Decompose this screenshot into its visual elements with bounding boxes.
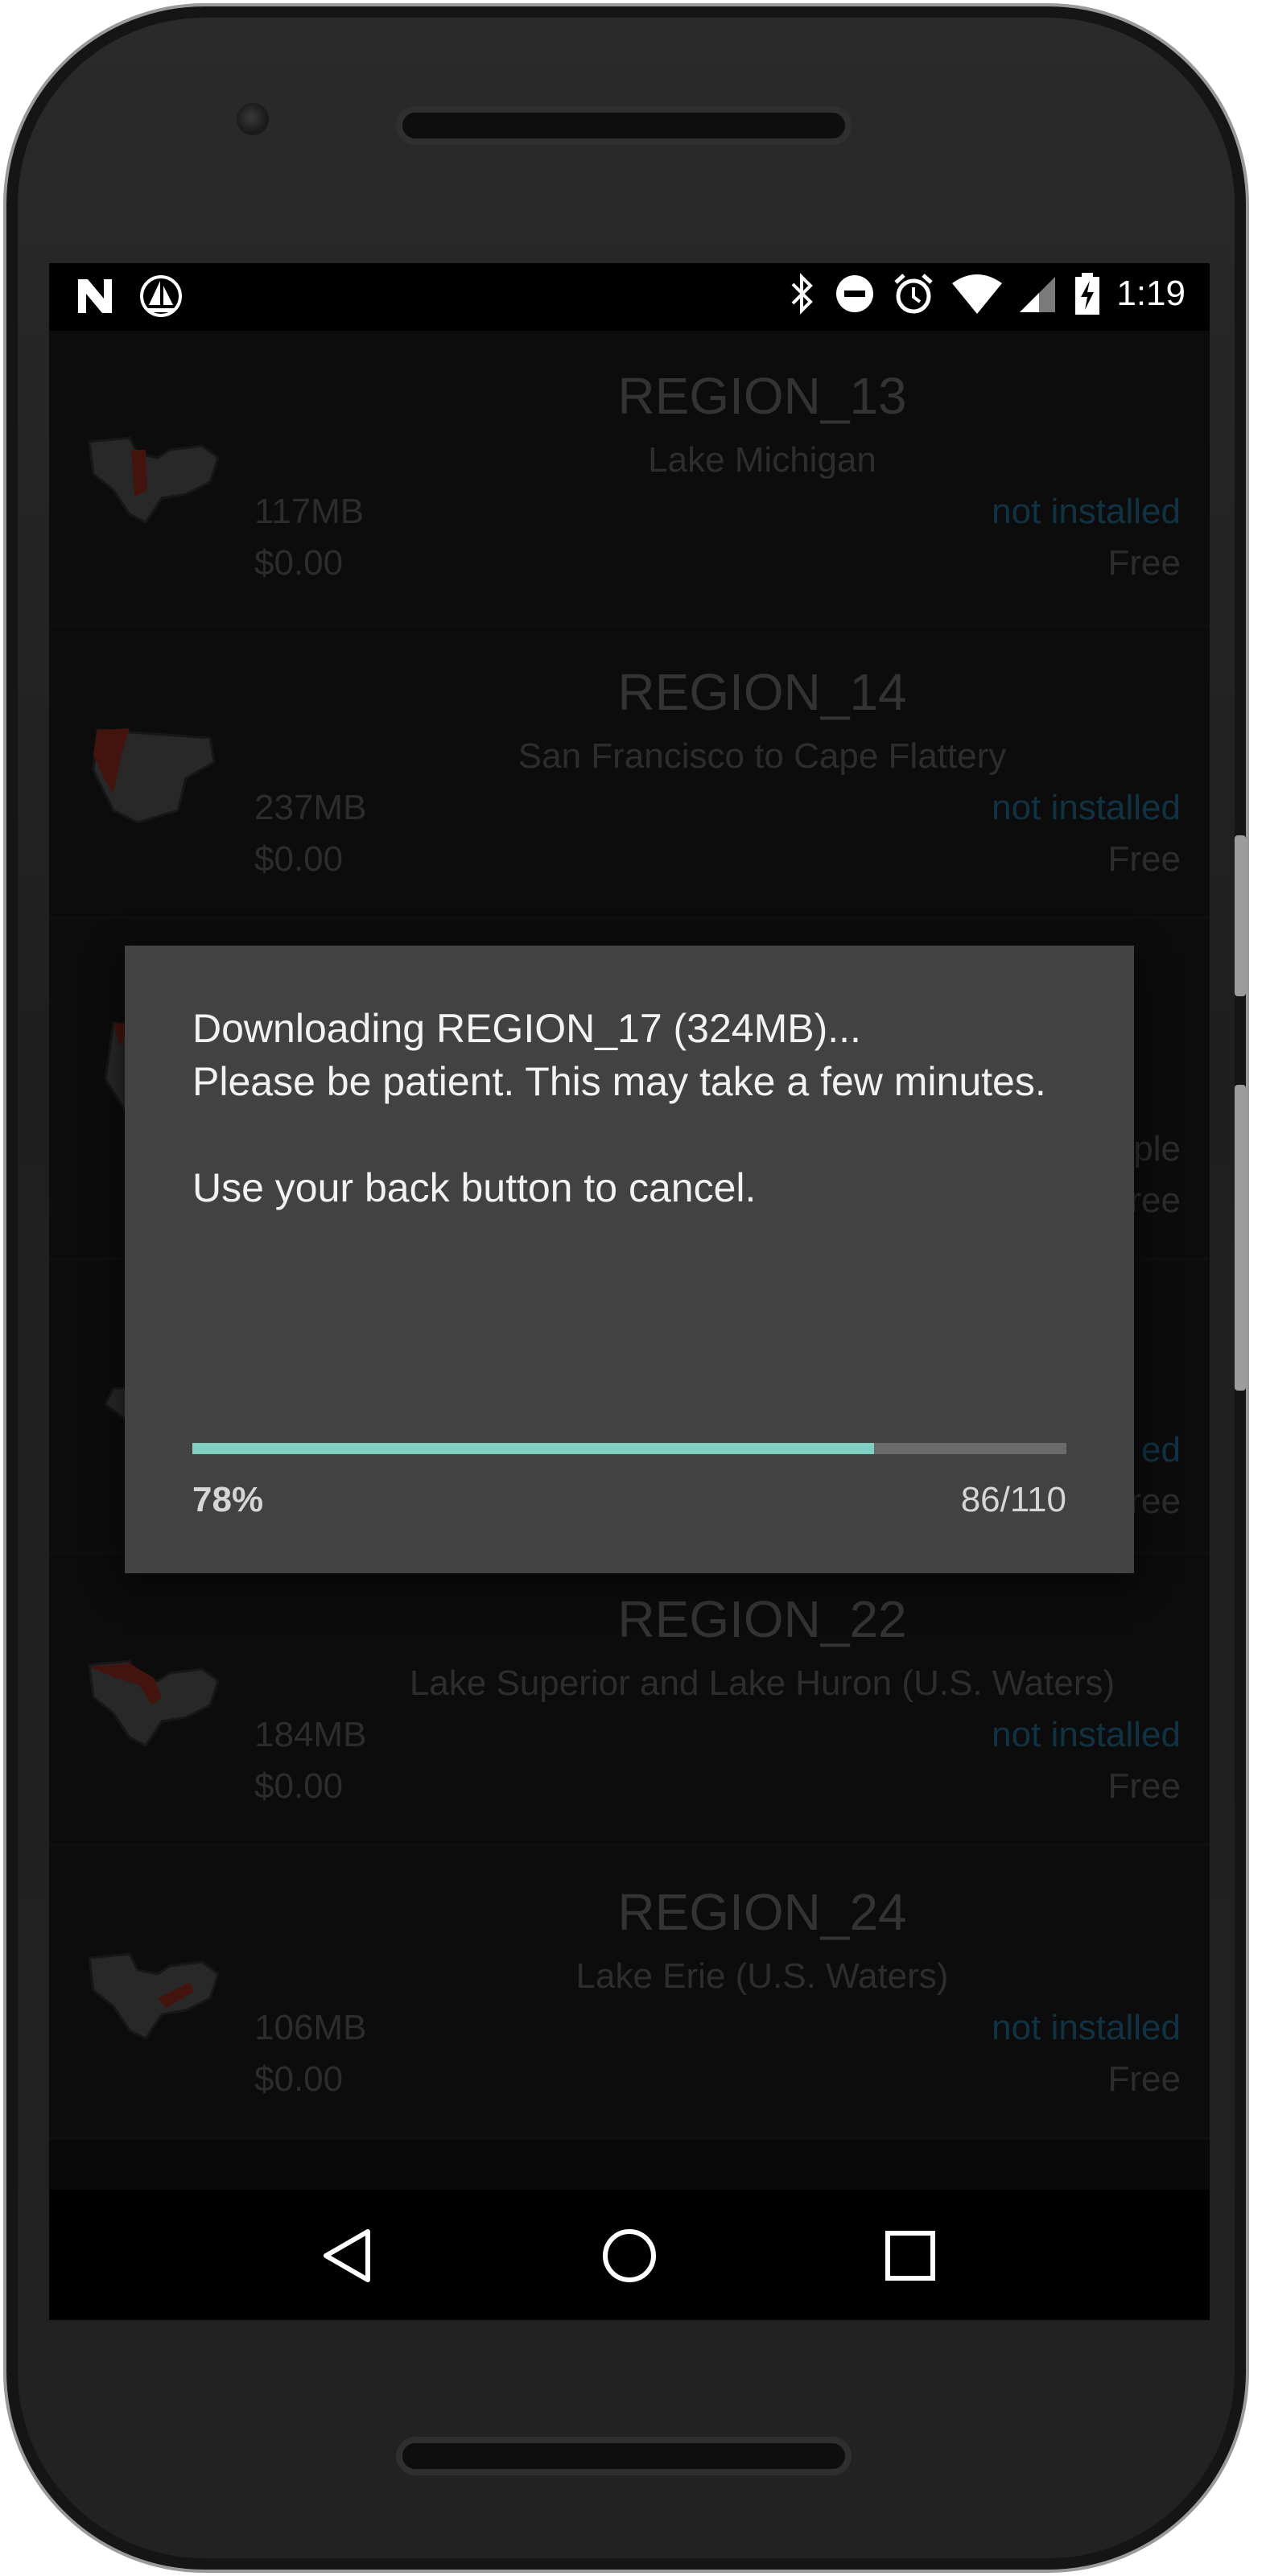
front-camera [237, 103, 269, 135]
region-code: REGION_14 [617, 663, 907, 721]
region-price: $0.00 [254, 839, 344, 879]
download-progress-dialog: Downloading REGION_17 (324MB)... Please … [125, 946, 1134, 1573]
region-price: $0.00 [254, 543, 344, 583]
region-description: San Francisco to Cape Flattery [518, 736, 1007, 776]
region-cost: Free [1107, 543, 1181, 583]
back-triangle-icon[interactable] [315, 2222, 382, 2290]
do-not-disturb-icon [836, 275, 874, 312]
region-cost: ree [1129, 1482, 1181, 1521]
progress-percent: 78% [192, 1480, 264, 1519]
n-notification-icon [78, 279, 112, 313]
volume-button [1235, 835, 1246, 996]
bluetooth-icon [791, 273, 814, 315]
status-bar: 1:19 [49, 263, 1210, 331]
home-circle-icon[interactable] [596, 2222, 663, 2290]
install-status: not installed [992, 492, 1181, 531]
install-status: ed [1141, 1430, 1181, 1469]
region-price: $0.00 [254, 1766, 344, 1806]
region-price: $0.00 [254, 2059, 344, 2099]
region-code: REGION_24 [617, 1883, 907, 1941]
region-item[interactable]: REGION_14 San Francisco to Cape Flattery… [49, 627, 1210, 920]
region-code: REGION_13 [617, 367, 907, 425]
screen: 1:19 REGION_13 Lake Michigan 117MB $0.00… [49, 263, 1210, 2320]
cell-signal-icon [1020, 277, 1056, 312]
alarm-icon [894, 274, 934, 314]
region-description: Lake Erie (U.S. Waters) [575, 1956, 949, 1996]
bottom-speaker [396, 2437, 852, 2475]
download-progress-bar [192, 1443, 1066, 1454]
power-button [1235, 1085, 1246, 1391]
progress-count: 86/110 [960, 1480, 1066, 1519]
download-progress-fill [192, 1443, 875, 1454]
region-size: 106MB [254, 2008, 367, 2047]
install-status: ple [1133, 1129, 1181, 1168]
region-item[interactable]: REGION_13 Lake Michigan 117MB $0.00 not … [49, 331, 1210, 627]
wifi-icon [952, 274, 1003, 314]
navigation-bar [49, 2190, 1210, 2320]
install-status: not installed [992, 1715, 1181, 1754]
region-item[interactable]: REGION_24 Lake Erie (U.S. Waters) 106MB … [49, 1847, 1210, 2140]
region-code: REGION_22 [617, 1590, 907, 1648]
region-cost: Free [1107, 1766, 1181, 1806]
region-size: 184MB [254, 1715, 367, 1754]
region-cost: Free [1107, 2059, 1181, 2099]
region-description: Lake Superior and Lake Huron (U.S. Water… [409, 1663, 1115, 1703]
install-status: not installed [992, 2008, 1181, 2047]
sailboat-icon [140, 275, 182, 317]
dialog-message: Downloading REGION_17 (324MB)... Please … [192, 1006, 1046, 1210]
earpiece-speaker [396, 106, 852, 145]
region-size: 117MB [254, 492, 365, 531]
recents-square-icon[interactable] [876, 2222, 944, 2290]
region-description: Lake Michigan [648, 440, 876, 480]
region-cost: Free [1107, 839, 1181, 879]
region-item[interactable]: REGION_22 Lake Superior and Lake Huron (… [49, 1554, 1210, 1847]
region-size: 237MB [254, 788, 367, 827]
region-cost: ree [1129, 1181, 1181, 1220]
clock-time: 1:19 [1116, 274, 1186, 313]
install-status: not installed [992, 788, 1181, 827]
battery-charging-icon [1075, 273, 1100, 315]
